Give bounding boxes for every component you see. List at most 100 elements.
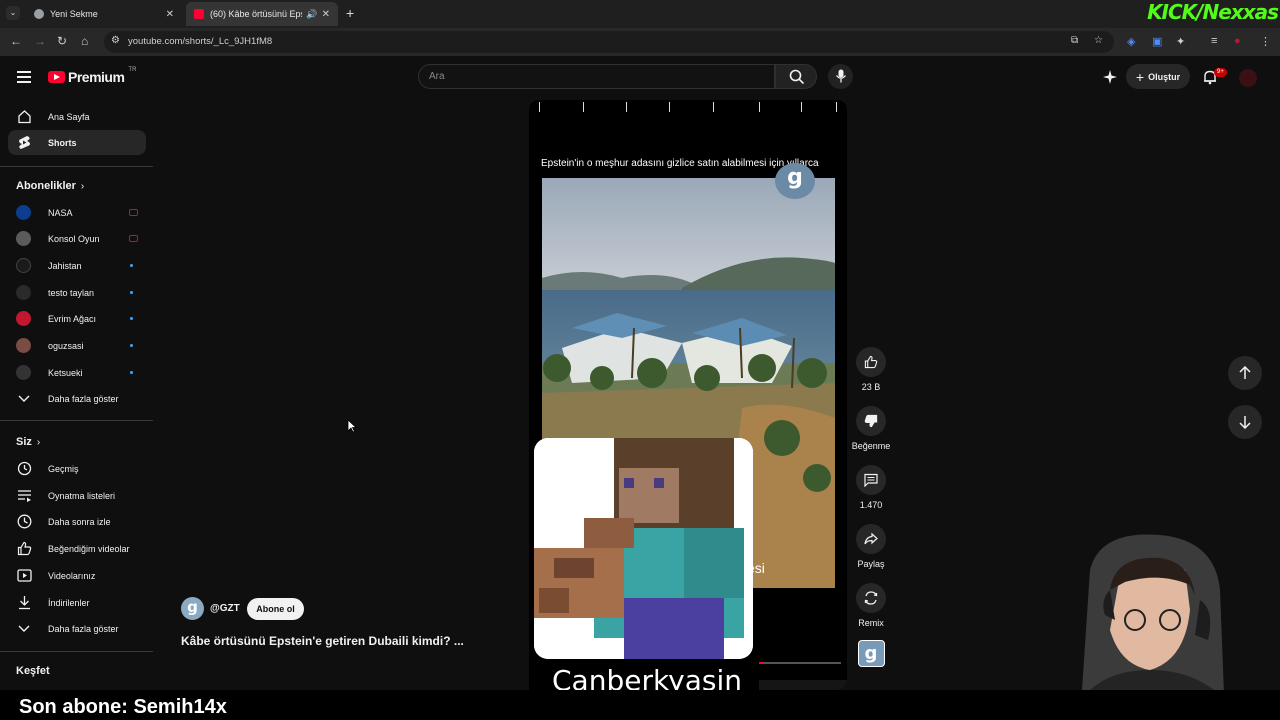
speaker-icon[interactable]: 🔊 <box>306 9 317 20</box>
create-button[interactable]: + Oluştur <box>1126 64 1190 89</box>
next-short-button[interactable] <box>1228 405 1262 439</box>
new-content-dot <box>130 291 133 294</box>
url-text: youtube.com/shorts/_Lc_9JH1fM8 <box>128 36 273 47</box>
forward-icon[interactable]: → <box>34 34 46 48</box>
remix-action[interactable]: Remix <box>851 583 891 628</box>
video-icon <box>16 568 32 584</box>
sidebar-item-oguzsasi[interactable]: oguzsasi <box>8 333 146 358</box>
voice-search-button[interactable] <box>828 64 853 89</box>
avatar <box>16 365 31 380</box>
search-input[interactable]: Ara <box>418 64 775 89</box>
shorts-icon <box>16 135 32 151</box>
share-icon <box>864 532 878 545</box>
youtube-favicon-icon <box>194 9 204 19</box>
search-button[interactable] <box>775 64 817 89</box>
show-more-you[interactable]: Daha fazla göster <box>8 616 146 641</box>
reload-icon[interactable]: ↻ <box>57 34 67 48</box>
account-avatar[interactable] <box>1239 69 1257 87</box>
sidebar-item-jahistan[interactable]: Jahistan <box>8 253 146 278</box>
last-subscriber-overlay: Son abone: Semih14x <box>0 690 1280 720</box>
thumbs-up-icon <box>16 541 32 557</box>
sidebar-item-testo-taylan[interactable]: testo taylan <box>8 280 146 305</box>
new-tab-button[interactable]: + <box>346 5 354 21</box>
profile-icon[interactable]: ● <box>1234 35 1241 47</box>
share-action[interactable]: Paylaş <box>851 524 891 569</box>
close-tab-icon[interactable]: ✕ <box>322 9 330 20</box>
sidebar-item-history[interactable]: Geçmiş <box>8 456 146 481</box>
gzt-watermark: g <box>775 163 815 199</box>
sidebar-item-your-videos[interactable]: Videolarınız <box>8 563 146 588</box>
arrow-down-icon <box>1239 416 1251 429</box>
search-placeholder: Ara <box>429 71 445 82</box>
download-icon <box>16 595 32 611</box>
share-button[interactable] <box>856 524 886 554</box>
like-action[interactable]: 23 B <box>851 347 891 392</box>
channel-avatar[interactable]: g <box>181 597 204 620</box>
sidebar-item-evrim-agaci[interactable]: Evrim Ağacı <box>8 306 146 331</box>
bookmark-star-icon[interactable]: ☆ <box>1094 35 1103 46</box>
live-indicator-icon <box>129 209 138 216</box>
sidebar-item-watch-later[interactable]: Daha sonra izle <box>8 509 146 534</box>
you-header[interactable]: Siz › <box>16 436 40 448</box>
close-tab-icon[interactable]: ✕ <box>166 9 174 20</box>
sidebar-item-ketsueki[interactable]: Ketsueki <box>8 360 146 385</box>
mouse-cursor-icon <box>347 419 357 433</box>
media-control-icon[interactable]: ≡ <box>1211 35 1217 47</box>
menu-icon[interactable] <box>17 71 31 86</box>
avatar <box>16 231 31 246</box>
browser-menu-icon[interactable]: ⋮ <box>1260 35 1271 48</box>
install-icon[interactable]: ⧉ <box>1071 35 1078 46</box>
section-title: Abonelikler <box>16 180 76 192</box>
sidebar-item-label: testo taylan <box>48 287 95 298</box>
subscribe-button[interactable]: Abone ol <box>247 598 304 620</box>
chrome-icon <box>34 9 44 19</box>
remix-button[interactable] <box>856 583 886 613</box>
sidebar-item-konsol-oyun[interactable]: Konsol Oyun <box>8 226 146 251</box>
browser-toolbar: ← → ↻ ⌂ ⚙ youtube.com/shorts/_Lc_9JH1fM8… <box>0 28 1280 56</box>
browser-tab[interactable]: Yeni Sekme ✕ <box>26 2 182 26</box>
chevron-down-icon <box>16 391 32 407</box>
subscriptions-header[interactable]: Abonelikler › <box>16 180 84 192</box>
sidebar-item-downloads[interactable]: İndirilenler <box>8 590 146 615</box>
sidebar-item-label: Ana Sayfa <box>48 111 90 122</box>
extension-icon[interactable]: ◈ <box>1127 35 1135 48</box>
sparkle-icon[interactable] <box>1102 69 1118 85</box>
browser-tab-active[interactable]: (60) Kâbe örtüsünü Epstein'e... 🔊 ✕ <box>186 2 338 26</box>
tab-search-button[interactable]: ⌄ <box>6 6 20 20</box>
comments-action[interactable]: 1.470 <box>851 465 891 510</box>
sidebar-item-liked-videos[interactable]: Beğendiğim videolar <box>8 536 146 561</box>
playlist-icon <box>16 488 32 504</box>
sound-source-thumbnail[interactable]: g <box>857 640 885 667</box>
avatar <box>16 258 31 273</box>
address-bar[interactable]: ⚙ youtube.com/shorts/_Lc_9JH1fM8 ⧉ ☆ <box>104 31 1114 53</box>
remix-label: Remix <box>858 618 884 628</box>
like-button[interactable] <box>856 347 886 377</box>
sidebar-item-home[interactable]: Ana Sayfa <box>8 104 146 129</box>
comments-button[interactable] <box>856 465 886 495</box>
previous-short-button[interactable] <box>1228 356 1262 390</box>
sound-thumbnail[interactable]: g <box>851 640 891 667</box>
chevron-right-icon: › <box>80 181 85 192</box>
site-info-icon[interactable]: ⚙ <box>111 35 120 46</box>
video-title[interactable]: Kâbe örtüsünü Epstein'e getiren Dubaili … <box>181 634 464 648</box>
sidebar-item-nasa[interactable]: NASA <box>8 200 146 225</box>
sidebar-item-label: Beğendiğim videolar <box>48 543 130 554</box>
sidebar-item-shorts[interactable]: Shorts <box>8 130 146 155</box>
logo-region: TR <box>128 67 137 73</box>
sidebar-item-playlists[interactable]: Oynatma listeleri <box>8 483 146 508</box>
divider <box>0 420 153 421</box>
sidebar-item-label: Videolarınız <box>48 570 96 581</box>
divider <box>0 166 153 167</box>
extensions-puzzle-icon[interactable]: ✦ <box>1176 35 1185 48</box>
create-label: Oluştur <box>1148 71 1181 82</box>
back-icon[interactable]: ← <box>10 34 22 48</box>
channel-handle[interactable]: @GZT <box>210 603 240 614</box>
sidebar-item-label: Daha fazla göster <box>48 393 119 404</box>
dislike-action[interactable]: Beğenme <box>851 406 891 451</box>
home-browser-icon[interactable]: ⌂ <box>81 34 88 48</box>
show-more-subscriptions[interactable]: Daha fazla göster <box>8 386 146 411</box>
dislike-button[interactable] <box>856 406 886 436</box>
translate-icon[interactable]: ▣ <box>1152 35 1162 48</box>
youtube-logo[interactable]: Premium TR <box>48 67 137 85</box>
sidebar-item-label: Shorts <box>48 137 77 148</box>
